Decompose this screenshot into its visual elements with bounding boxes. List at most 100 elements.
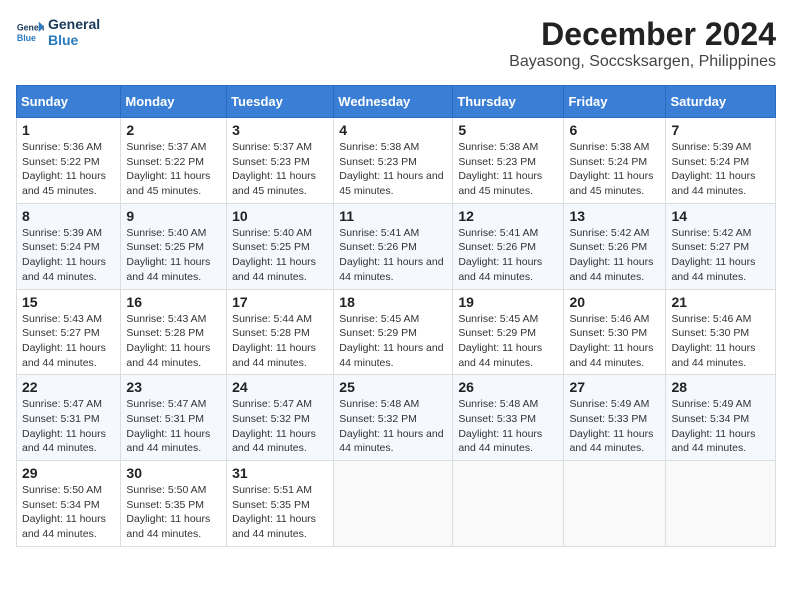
calendar-week-row: 29 Sunrise: 5:50 AM Sunset: 5:34 PM Dayl… xyxy=(17,461,776,547)
day-info: Sunrise: 5:49 AM Sunset: 5:34 PM Dayligh… xyxy=(671,397,770,456)
title-section: December 2024 Bayasong, Soccsksargen, Ph… xyxy=(509,16,776,71)
calendar-cell: 1 Sunrise: 5:36 AM Sunset: 5:22 PM Dayli… xyxy=(17,118,121,204)
calendar-cell: 31 Sunrise: 5:51 AM Sunset: 5:35 PM Dayl… xyxy=(227,461,334,547)
calendar-cell xyxy=(334,461,453,547)
calendar-cell: 20 Sunrise: 5:46 AM Sunset: 5:30 PM Dayl… xyxy=(564,289,666,375)
day-info: Sunrise: 5:39 AM Sunset: 5:24 PM Dayligh… xyxy=(22,226,115,285)
day-number: 31 xyxy=(232,465,328,481)
calendar-header-saturday: Saturday xyxy=(666,86,776,118)
day-info: Sunrise: 5:39 AM Sunset: 5:24 PM Dayligh… xyxy=(671,140,770,199)
calendar-cell: 23 Sunrise: 5:47 AM Sunset: 5:31 PM Dayl… xyxy=(121,375,227,461)
calendar-cell: 5 Sunrise: 5:38 AM Sunset: 5:23 PM Dayli… xyxy=(453,118,564,204)
day-info: Sunrise: 5:50 AM Sunset: 5:34 PM Dayligh… xyxy=(22,483,115,542)
logo: General Blue General Blue xyxy=(16,16,100,48)
day-number: 29 xyxy=(22,465,115,481)
calendar-cell: 11 Sunrise: 5:41 AM Sunset: 5:26 PM Dayl… xyxy=(334,203,453,289)
day-info: Sunrise: 5:48 AM Sunset: 5:32 PM Dayligh… xyxy=(339,397,447,456)
day-info: Sunrise: 5:41 AM Sunset: 5:26 PM Dayligh… xyxy=(458,226,558,285)
day-number: 26 xyxy=(458,379,558,395)
day-number: 6 xyxy=(569,122,660,138)
logo-blue: Blue xyxy=(48,32,100,48)
day-number: 5 xyxy=(458,122,558,138)
day-info: Sunrise: 5:47 AM Sunset: 5:32 PM Dayligh… xyxy=(232,397,328,456)
calendar-cell: 12 Sunrise: 5:41 AM Sunset: 5:26 PM Dayl… xyxy=(453,203,564,289)
calendar-table: SundayMondayTuesdayWednesdayThursdayFrid… xyxy=(16,85,776,547)
calendar-header-thursday: Thursday xyxy=(453,86,564,118)
calendar-cell: 17 Sunrise: 5:44 AM Sunset: 5:28 PM Dayl… xyxy=(227,289,334,375)
page-title: December 2024 xyxy=(509,16,776,53)
day-number: 4 xyxy=(339,122,447,138)
calendar-week-row: 22 Sunrise: 5:47 AM Sunset: 5:31 PM Dayl… xyxy=(17,375,776,461)
day-info: Sunrise: 5:48 AM Sunset: 5:33 PM Dayligh… xyxy=(458,397,558,456)
calendar-cell: 24 Sunrise: 5:47 AM Sunset: 5:32 PM Dayl… xyxy=(227,375,334,461)
day-number: 24 xyxy=(232,379,328,395)
day-info: Sunrise: 5:47 AM Sunset: 5:31 PM Dayligh… xyxy=(126,397,221,456)
day-info: Sunrise: 5:42 AM Sunset: 5:26 PM Dayligh… xyxy=(569,226,660,285)
day-info: Sunrise: 5:40 AM Sunset: 5:25 PM Dayligh… xyxy=(232,226,328,285)
day-info: Sunrise: 5:44 AM Sunset: 5:28 PM Dayligh… xyxy=(232,312,328,371)
day-number: 17 xyxy=(232,294,328,310)
day-number: 11 xyxy=(339,208,447,224)
day-number: 16 xyxy=(126,294,221,310)
calendar-cell: 16 Sunrise: 5:43 AM Sunset: 5:28 PM Dayl… xyxy=(121,289,227,375)
day-number: 23 xyxy=(126,379,221,395)
day-info: Sunrise: 5:38 AM Sunset: 5:24 PM Dayligh… xyxy=(569,140,660,199)
calendar-cell: 14 Sunrise: 5:42 AM Sunset: 5:27 PM Dayl… xyxy=(666,203,776,289)
calendar-cell: 26 Sunrise: 5:48 AM Sunset: 5:33 PM Dayl… xyxy=(453,375,564,461)
calendar-week-row: 1 Sunrise: 5:36 AM Sunset: 5:22 PM Dayli… xyxy=(17,118,776,204)
day-number: 27 xyxy=(569,379,660,395)
day-number: 13 xyxy=(569,208,660,224)
day-number: 12 xyxy=(458,208,558,224)
day-info: Sunrise: 5:43 AM Sunset: 5:28 PM Dayligh… xyxy=(126,312,221,371)
day-number: 1 xyxy=(22,122,115,138)
svg-text:Blue: Blue xyxy=(17,33,36,43)
logo-general: General xyxy=(48,16,100,32)
calendar-cell: 27 Sunrise: 5:49 AM Sunset: 5:33 PM Dayl… xyxy=(564,375,666,461)
calendar-cell: 13 Sunrise: 5:42 AM Sunset: 5:26 PM Dayl… xyxy=(564,203,666,289)
day-info: Sunrise: 5:49 AM Sunset: 5:33 PM Dayligh… xyxy=(569,397,660,456)
page-subtitle: Bayasong, Soccsksargen, Philippines xyxy=(509,53,776,71)
calendar-header-tuesday: Tuesday xyxy=(227,86,334,118)
calendar-header-monday: Monday xyxy=(121,86,227,118)
day-number: 28 xyxy=(671,379,770,395)
calendar-cell: 4 Sunrise: 5:38 AM Sunset: 5:23 PM Dayli… xyxy=(334,118,453,204)
calendar-cell: 7 Sunrise: 5:39 AM Sunset: 5:24 PM Dayli… xyxy=(666,118,776,204)
day-info: Sunrise: 5:45 AM Sunset: 5:29 PM Dayligh… xyxy=(458,312,558,371)
day-info: Sunrise: 5:46 AM Sunset: 5:30 PM Dayligh… xyxy=(569,312,660,371)
calendar-header-row: SundayMondayTuesdayWednesdayThursdayFrid… xyxy=(17,86,776,118)
day-number: 30 xyxy=(126,465,221,481)
day-number: 3 xyxy=(232,122,328,138)
day-info: Sunrise: 5:36 AM Sunset: 5:22 PM Dayligh… xyxy=(22,140,115,199)
calendar-cell: 19 Sunrise: 5:45 AM Sunset: 5:29 PM Dayl… xyxy=(453,289,564,375)
calendar-cell: 9 Sunrise: 5:40 AM Sunset: 5:25 PM Dayli… xyxy=(121,203,227,289)
day-info: Sunrise: 5:40 AM Sunset: 5:25 PM Dayligh… xyxy=(126,226,221,285)
calendar-cell: 3 Sunrise: 5:37 AM Sunset: 5:23 PM Dayli… xyxy=(227,118,334,204)
day-info: Sunrise: 5:43 AM Sunset: 5:27 PM Dayligh… xyxy=(22,312,115,371)
day-number: 22 xyxy=(22,379,115,395)
day-info: Sunrise: 5:45 AM Sunset: 5:29 PM Dayligh… xyxy=(339,312,447,371)
day-info: Sunrise: 5:38 AM Sunset: 5:23 PM Dayligh… xyxy=(458,140,558,199)
day-number: 15 xyxy=(22,294,115,310)
calendar-cell: 2 Sunrise: 5:37 AM Sunset: 5:22 PM Dayli… xyxy=(121,118,227,204)
day-info: Sunrise: 5:50 AM Sunset: 5:35 PM Dayligh… xyxy=(126,483,221,542)
day-number: 9 xyxy=(126,208,221,224)
day-number: 21 xyxy=(671,294,770,310)
day-number: 14 xyxy=(671,208,770,224)
calendar-cell: 29 Sunrise: 5:50 AM Sunset: 5:34 PM Dayl… xyxy=(17,461,121,547)
day-number: 20 xyxy=(569,294,660,310)
day-number: 7 xyxy=(671,122,770,138)
calendar-cell xyxy=(666,461,776,547)
calendar-cell: 25 Sunrise: 5:48 AM Sunset: 5:32 PM Dayl… xyxy=(334,375,453,461)
calendar-header-wednesday: Wednesday xyxy=(334,86,453,118)
calendar-header-friday: Friday xyxy=(564,86,666,118)
day-number: 8 xyxy=(22,208,115,224)
logo-icon: General Blue xyxy=(16,18,44,46)
day-info: Sunrise: 5:41 AM Sunset: 5:26 PM Dayligh… xyxy=(339,226,447,285)
day-number: 19 xyxy=(458,294,558,310)
calendar-week-row: 15 Sunrise: 5:43 AM Sunset: 5:27 PM Dayl… xyxy=(17,289,776,375)
calendar-cell: 28 Sunrise: 5:49 AM Sunset: 5:34 PM Dayl… xyxy=(666,375,776,461)
calendar-header-sunday: Sunday xyxy=(17,86,121,118)
day-info: Sunrise: 5:38 AM Sunset: 5:23 PM Dayligh… xyxy=(339,140,447,199)
calendar-cell xyxy=(564,461,666,547)
day-info: Sunrise: 5:37 AM Sunset: 5:23 PM Dayligh… xyxy=(232,140,328,199)
